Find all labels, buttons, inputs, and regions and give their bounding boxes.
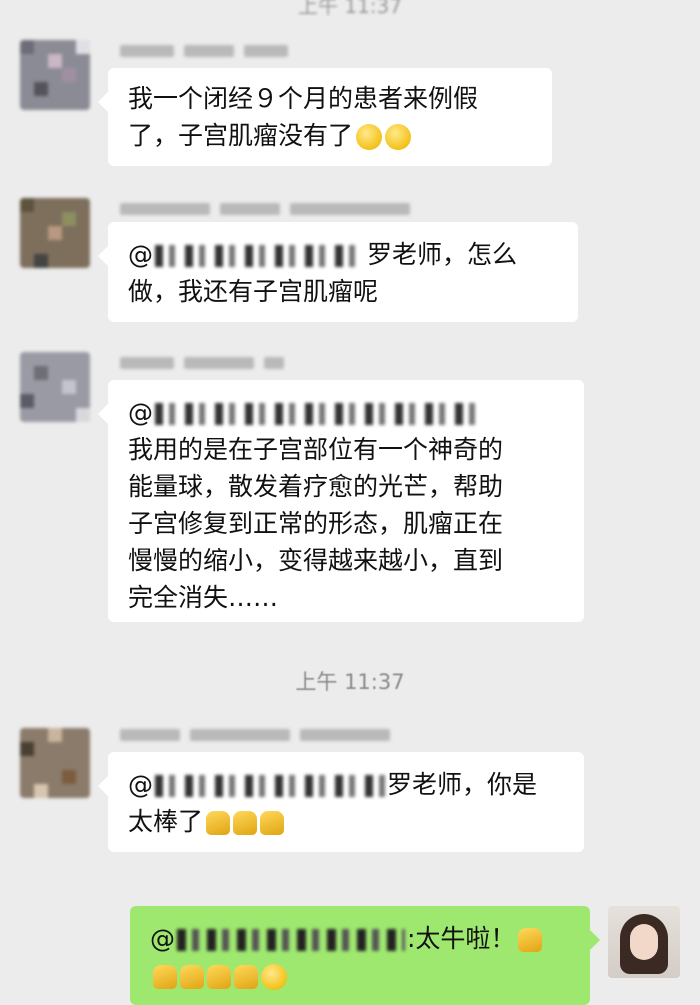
message-text-line: 太棒了 [128, 803, 566, 840]
sender-avatar[interactable] [20, 352, 90, 422]
message-text-line: 完全消失…… [128, 583, 279, 612]
avatar-face [630, 924, 658, 960]
thumbs-up-icon [234, 965, 258, 989]
message-text-line: @ 罗老师，你是 [128, 770, 538, 799]
top-timestamp: 上午 11:37 [298, 0, 402, 18]
message-text-line: 能量球，散发着疗愈的光芒，帮助 [128, 472, 504, 501]
message-bubble[interactable]: @ 罗老师，你是 太棒了 [98, 752, 584, 852]
message-text-line: @:太牛啦！ [150, 920, 572, 957]
grin-emoji-icon [385, 124, 412, 150]
mention-blurred [155, 245, 365, 267]
message-bubble[interactable]: @ 我用的是在子宫部位有一个神奇的 能量球，散发着疗愈的光芒，帮助 子宫修复到正… [98, 380, 584, 622]
thumbs-up-icon [153, 965, 177, 989]
sender-avatar[interactable] [20, 198, 90, 268]
message-text-line: 慢慢的缩小，变得越来越小，直到 [128, 546, 504, 575]
message-text-line [150, 957, 572, 994]
message-text-line: @ 罗老师，怎么 [128, 240, 518, 269]
mention-blurred [155, 775, 385, 797]
sender-avatar[interactable] [20, 728, 90, 798]
message-text-line: 我用的是在子宫部位有一个神奇的 [128, 435, 504, 464]
mention-blurred [177, 929, 405, 951]
sender-name-blurred [120, 44, 288, 58]
grin-emoji-icon [261, 964, 287, 990]
message-text-line: @ [128, 394, 566, 431]
sender-name-blurred [120, 202, 410, 216]
thumbs-up-icon [260, 811, 285, 835]
sender-name-blurred [120, 728, 390, 742]
message-text-line: 做，我还有子宫肌瘤呢 [128, 277, 379, 306]
sender-avatar[interactable] [20, 40, 90, 110]
user-avatar[interactable] [608, 906, 680, 978]
message-text-line: 子宫修复到正常的形态，肌瘤正在 [128, 509, 504, 538]
thumbs-up-icon [233, 811, 258, 835]
thumbs-up-icon [180, 965, 204, 989]
message-bubble[interactable]: @ 罗老师，怎么 做，我还有子宫肌瘤呢 [98, 222, 578, 322]
message-bubble[interactable]: 我一个闭经９个月的患者来例假 了，子宫肌瘤没有了 [98, 68, 552, 166]
message-bubble-outgoing[interactable]: @:太牛啦！ [130, 906, 600, 1005]
thumbs-up-icon [518, 928, 543, 952]
mention-blurred [155, 403, 475, 425]
message-text-line: 了，子宫肌瘤没有了 [128, 117, 534, 154]
sender-name-blurred [120, 356, 284, 370]
message-text-line: 我一个闭经９个月的患者来例假 [128, 84, 479, 113]
time-separator: 上午 11:37 [295, 670, 405, 694]
thumbs-up-icon [207, 965, 231, 989]
grin-emoji-icon [356, 124, 383, 150]
thumbs-up-icon [206, 811, 231, 835]
